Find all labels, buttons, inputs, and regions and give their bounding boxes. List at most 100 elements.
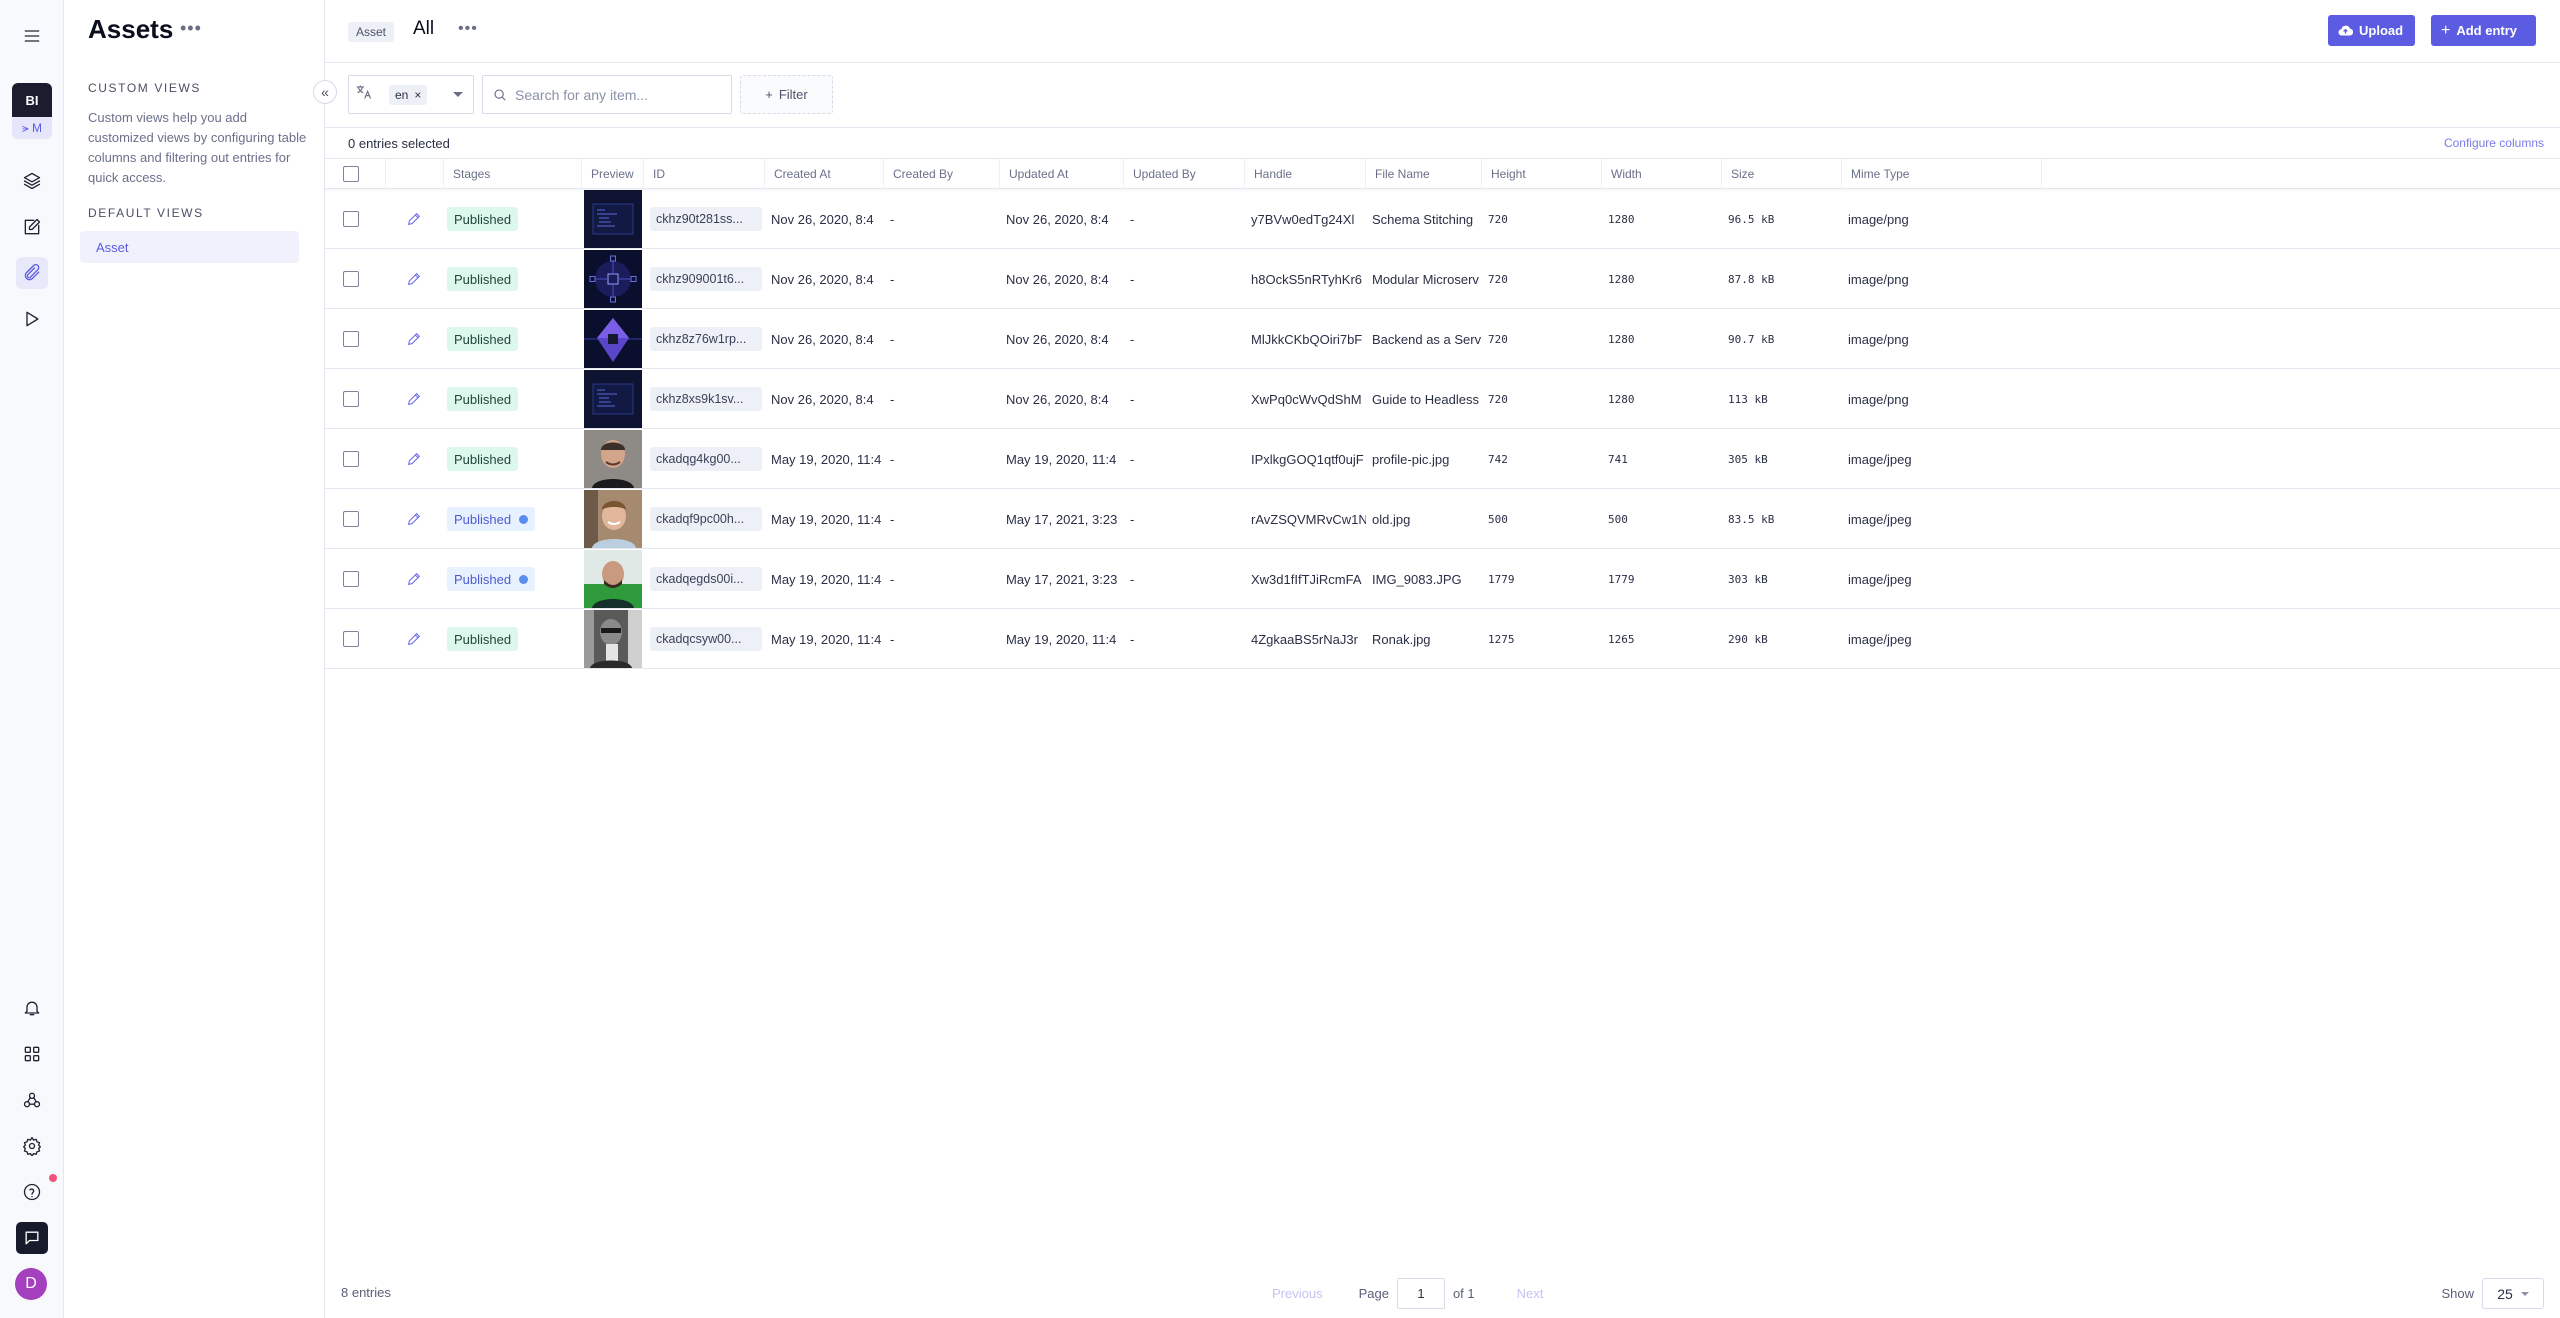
row-checkbox[interactable] (343, 271, 359, 287)
cell-created-by: - (884, 609, 1000, 669)
edit-pencil-icon[interactable] (406, 391, 422, 407)
table-row[interactable]: Published ckadqegds00i... May 19, 2020, 11… (325, 549, 2560, 609)
id-chip[interactable]: ckadqegds00i... (650, 567, 762, 591)
page-number-input[interactable]: 1 (1396, 1278, 1445, 1309)
preview-thumbnail[interactable] (584, 190, 642, 248)
filter-button[interactable]: + Filter (740, 75, 833, 114)
table-row[interactable]: Published ckhz8xs9k1sv... Nov 26, 2020, 8:… (325, 369, 2560, 429)
view-item-asset[interactable]: Asset (80, 231, 299, 263)
table-row[interactable]: Published ckadqf9pc00h... May 19, 2020, 11… (325, 489, 2560, 549)
column-header-label: Preview (591, 167, 634, 181)
row-checkbox[interactable] (343, 511, 359, 527)
edit-pencil-icon[interactable] (406, 271, 422, 287)
column-header-stages[interactable]: Stages (444, 159, 582, 189)
content-edit-icon[interactable] (16, 211, 48, 243)
user-avatar[interactable]: D (15, 1268, 47, 1300)
edit-pencil-icon[interactable] (406, 631, 422, 647)
row-checkbox[interactable] (343, 391, 359, 407)
menu-icon[interactable] (16, 20, 48, 52)
search-field[interactable] (482, 75, 732, 114)
configure-columns-link[interactable]: Configure columns (2444, 136, 2544, 150)
created-at-value: May 19, 2020, 11:4 (771, 571, 882, 587)
column-header-updated-at[interactable]: Updated At (1000, 159, 1124, 189)
id-chip[interactable]: ckhz909001t6... (650, 267, 762, 291)
id-chip[interactable]: ckhz90t281ss... (650, 207, 762, 231)
edit-pencil-icon[interactable] (406, 331, 422, 347)
layers-icon[interactable] (16, 165, 48, 197)
column-header-preview[interactable]: Preview (582, 159, 644, 189)
more-options-icon[interactable]: ••• (180, 18, 202, 39)
stage-badge[interactable]: Published (447, 207, 519, 231)
column-header-updated-by[interactable]: Updated By (1124, 159, 1245, 189)
settings-icon[interactable] (16, 1130, 48, 1162)
preview-thumbnail[interactable] (584, 610, 642, 668)
id-chip[interactable]: ckhz8xs9k1sv... (650, 387, 762, 411)
view-more-icon[interactable]: ••• (458, 20, 478, 38)
row-checkbox[interactable] (343, 211, 359, 227)
column-header-created-at[interactable]: Created At (765, 159, 884, 189)
edit-pencil-icon[interactable] (406, 451, 422, 467)
stage-badge[interactable]: Published (447, 507, 536, 531)
preview-thumbnail[interactable] (584, 310, 642, 368)
column-header-select-all[interactable] (334, 159, 386, 189)
upload-button[interactable]: Upload (2328, 15, 2415, 46)
help-icon[interactable] (16, 1176, 48, 1208)
column-header-handle[interactable]: Handle (1245, 159, 1366, 189)
stage-badge[interactable]: Published (447, 567, 536, 591)
column-header-mime-type[interactable]: Mime Type (1842, 159, 2042, 189)
select-all-checkbox[interactable] (343, 166, 359, 182)
table-row[interactable]: Published ckadqg4kg00... May 19, 2020, 11:… (325, 429, 2560, 489)
column-header-id[interactable]: ID (644, 159, 765, 189)
column-header-width[interactable]: Width (1602, 159, 1722, 189)
add-entry-button[interactable]: + Add entry (2431, 15, 2536, 46)
table-row[interactable]: Published ckhz90t281ss... Nov 26, 2020, 8:… (325, 189, 2560, 249)
row-checkbox[interactable] (343, 631, 359, 647)
column-header-created-by[interactable]: Created By (884, 159, 1000, 189)
row-checkbox[interactable] (343, 571, 359, 587)
chat-icon[interactable] (16, 1222, 48, 1254)
apps-grid-icon[interactable] (16, 1038, 48, 1070)
id-chip[interactable]: ckadqg4kg00... (650, 447, 762, 471)
table-row[interactable]: Published ckadqcsyw00... May 19, 2020, 11:… (325, 609, 2560, 669)
search-input[interactable] (515, 86, 715, 103)
table-row[interactable]: Published ckhz909001t6... Nov 26, 2020, 8:… (325, 249, 2560, 309)
preview-thumbnail[interactable] (584, 490, 642, 548)
id-chip[interactable]: ckadqf9pc00h... (650, 507, 762, 531)
stage-badge[interactable]: Published (447, 327, 519, 351)
stage-badge[interactable]: Published (447, 627, 519, 651)
row-checkbox[interactable] (343, 451, 359, 467)
file-name-value: Backend as a Serv (1372, 331, 1482, 347)
stage-badge[interactable]: Published (447, 387, 519, 411)
column-header-label: Mime Type (1851, 167, 1910, 181)
id-chip[interactable]: ckadqcsyw00... (650, 627, 762, 651)
cell-updated-at: May 19, 2020, 11:4 (1000, 609, 1124, 669)
edit-pencil-icon[interactable] (406, 511, 422, 527)
playground-play-icon[interactable] (16, 303, 48, 335)
cell-mime-type: image/png (1842, 189, 2042, 249)
webhook-icon[interactable] (16, 1084, 48, 1116)
column-header-edit[interactable] (386, 159, 444, 189)
project-switcher[interactable]: BI ⪫ M (12, 83, 52, 139)
assets-attachment-icon[interactable] (16, 257, 48, 289)
edit-pencil-icon[interactable] (406, 211, 422, 227)
column-header-size[interactable]: Size (1722, 159, 1842, 189)
next-page-button[interactable]: Next (1517, 1286, 1544, 1301)
bell-icon[interactable] (16, 992, 48, 1024)
column-header-height[interactable]: Height (1482, 159, 1602, 189)
preview-thumbnail[interactable] (584, 550, 642, 608)
locale-select[interactable]: en × (348, 75, 474, 114)
edit-pencil-icon[interactable] (406, 571, 422, 587)
remove-locale-icon[interactable]: × (414, 88, 421, 102)
preview-thumbnail[interactable] (584, 430, 642, 488)
preview-thumbnail[interactable] (584, 370, 642, 428)
collapse-sidebar-button[interactable]: « (313, 80, 337, 104)
id-chip[interactable]: ckhz8z76w1rp... (650, 327, 762, 351)
page-size-select[interactable]: 25 (2482, 1278, 2544, 1309)
table-row[interactable]: Published ckhz8z76w1rp... Nov 26, 2020, 8:… (325, 309, 2560, 369)
preview-thumbnail[interactable] (584, 250, 642, 308)
column-header-file-name[interactable]: File Name (1366, 159, 1482, 189)
row-checkbox[interactable] (343, 331, 359, 347)
stage-badge[interactable]: Published (447, 267, 519, 291)
stage-badge[interactable]: Published (447, 447, 519, 471)
previous-page-button[interactable]: Previous (1272, 1286, 1323, 1301)
